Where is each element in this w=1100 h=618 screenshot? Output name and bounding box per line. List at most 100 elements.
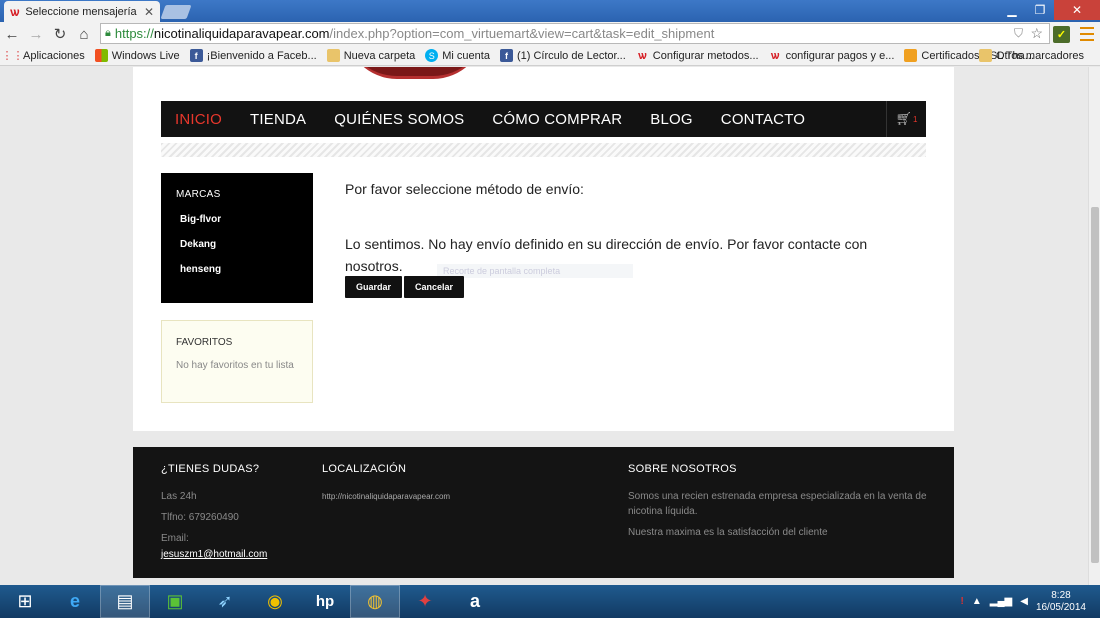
- start-button-icon[interactable]: ⊞: [0, 585, 50, 618]
- site-logo[interactable]: [345, 67, 485, 79]
- form-buttons: Guardar Cancelar: [345, 276, 465, 298]
- bookmark-windows-live[interactable]: Windows Live: [94, 49, 180, 62]
- bookmark-my-account[interactable]: S Mi cuenta: [425, 49, 490, 62]
- brands-title: MARCAS: [176, 189, 221, 200]
- favorites-title: FAVORITOS: [176, 337, 233, 348]
- footer-email-label: Email:: [161, 533, 189, 544]
- favorites-box: FAVORITOS No hay favoritos en tu lista: [161, 320, 313, 403]
- file-explorer-icon[interactable]: ▤: [100, 585, 150, 618]
- tab-title: Seleccione mensajería: [25, 5, 137, 18]
- bookmark-star-icon[interactable]: ☆: [1030, 25, 1043, 42]
- amazon-icon[interactable]: a: [450, 585, 500, 618]
- cart-icon: 🛒︎: [895, 111, 913, 126]
- shield-icon[interactable]: ⛉: [1014, 26, 1023, 41]
- nav-quienes-somos[interactable]: QUIÉNES SOMOS: [320, 101, 478, 137]
- bookmark-apps[interactable]: ⋮⋮ Aplicaciones: [1, 49, 85, 63]
- home-icon[interactable]: ⌂: [72, 23, 96, 45]
- cart-count: 1: [913, 114, 918, 124]
- volume-icon[interactable]: ◀︎: [1020, 596, 1028, 607]
- footer-hours: Las 24h: [161, 491, 197, 502]
- footer-email-link[interactable]: jesuszm1@hotmail.com: [161, 547, 301, 562]
- scrollbar-thumb[interactable]: [1091, 207, 1099, 563]
- alert-icon[interactable]: !: [961, 596, 964, 607]
- facebook-icon: f: [499, 49, 513, 62]
- extension-icon[interactable]: ✓: [1053, 26, 1070, 43]
- reload-icon[interactable]: ↻: [48, 23, 72, 45]
- windows-live-icon: [94, 49, 108, 62]
- shipment-prompt: Por favor seleccione método de envío:: [345, 181, 584, 197]
- bookmark-configurar-pagos[interactable]: ѡ configurar pagos y e...: [769, 49, 895, 62]
- nav-tienda[interactable]: TIENDA: [236, 101, 320, 137]
- footer-location-url[interactable]: http://nicotinaliquidaparavapear.com: [322, 489, 572, 504]
- title-bar: ѡ Seleccione mensajería ✕ ▁ ❐ ✕: [0, 0, 1100, 22]
- brand-link[interactable]: henseng: [180, 264, 298, 275]
- brand-link[interactable]: Big-flvor: [180, 214, 298, 225]
- media-app-icon[interactable]: ◉: [250, 585, 300, 618]
- shipment-content: Por favor seleccione método de envío: Lo…: [345, 181, 905, 298]
- footer-about: SOBRE NOSOTROS Somos una recien estrenad…: [628, 463, 928, 546]
- main-card: INICIO TIENDA QUIÉNES SOMOS CÓMO COMPRAR…: [133, 67, 954, 431]
- puzzle-app-icon[interactable]: ✦: [400, 585, 450, 618]
- site-icon: ѡ: [638, 49, 647, 62]
- system-tray: ! ▲ ▂▄▆ ◀︎ 8:28 16/05/2014: [961, 585, 1086, 618]
- window-controls: ▁ ❐ ✕: [998, 0, 1100, 20]
- facebook-icon: f: [189, 49, 203, 62]
- new-tab-button[interactable]: [160, 5, 192, 19]
- apps-icon: ⋮⋮: [1, 50, 24, 62]
- footer-phone: Tlfno: 679260490: [161, 512, 239, 523]
- bookmark-facebook[interactable]: f ¡Bienvenido a Faceb...: [189, 49, 317, 62]
- url-scheme: https://: [114, 26, 154, 41]
- chrome-icon[interactable]: ◍: [350, 585, 400, 618]
- bookmarks-bar: ⋮⋮ Aplicaciones Windows Live f ¡Bienvenido…: [0, 46, 1100, 66]
- footer-about-text-2: Nuestra maxima es la satisfacción del cl…: [628, 527, 828, 538]
- save-button[interactable]: Guardar: [345, 276, 403, 298]
- rocket-app-icon[interactable]: ➶: [200, 585, 250, 618]
- nav-contacto[interactable]: CONTACTO: [707, 101, 819, 137]
- menu-icon[interactable]: [1080, 27, 1094, 41]
- close-tab-icon[interactable]: ✕: [144, 5, 154, 19]
- footer-location-title: LOCALIZACIÓN: [322, 463, 407, 475]
- cart-button[interactable]: 🛒︎ 1: [886, 101, 926, 137]
- folder-icon: [326, 49, 340, 62]
- internet-explorer-icon[interactable]: e: [50, 585, 100, 618]
- tray-expand-icon[interactable]: ▲: [972, 596, 982, 607]
- minimize-icon[interactable]: ▁: [998, 0, 1026, 20]
- back-icon[interactable]: ←: [0, 23, 24, 45]
- bookmark-new-folder[interactable]: Nueva carpeta: [326, 49, 415, 62]
- network-icon[interactable]: ▂▄▆: [990, 596, 1012, 607]
- footer-doubts-title: ¿TIENES DUDAS?: [161, 463, 260, 475]
- folder-icon: [978, 49, 992, 62]
- site-favicon-icon: ѡ: [10, 4, 20, 19]
- decorative-divider: [161, 143, 926, 157]
- lock-icon: 🔒︎: [105, 27, 111, 39]
- close-window-icon[interactable]: ✕: [1054, 0, 1100, 20]
- footer-about-text: Somos una recien estrenada empresa espec…: [628, 491, 927, 517]
- browser-toolbar: ← → ↻ ⌂ 🔒︎ https:// nicotinaliquidaparav…: [0, 22, 1100, 46]
- other-bookmarks[interactable]: Otros marcadores: [978, 49, 1084, 62]
- hp-icon[interactable]: hp: [300, 585, 350, 618]
- footer-about-title: SOBRE NOSOTROS: [628, 463, 737, 475]
- nav-blog[interactable]: BLOG: [636, 101, 706, 137]
- bookmark-configurar-metodos[interactable]: ѡ Configurar metodos...: [636, 49, 759, 62]
- brands-sidebar: MARCAS Big-flvor Dekang henseng: [161, 173, 313, 303]
- restore-icon[interactable]: ❐: [1026, 0, 1054, 20]
- bookmark-circulo[interactable]: f (1) Círculo de Lector...: [499, 49, 626, 62]
- url-host: nicotinaliquidaparavapear.com: [153, 26, 330, 41]
- store-icon[interactable]: ▣: [150, 585, 200, 618]
- cancel-button[interactable]: Cancelar: [404, 276, 465, 298]
- address-bar[interactable]: 🔒︎ https:// nicotinaliquidaparavapear.co…: [100, 23, 1050, 44]
- main-navigation: INICIO TIENDA QUIÉNES SOMOS CÓMO COMPRAR…: [161, 101, 926, 137]
- site-footer: ¿TIENES DUDAS? Las 24h Tlfno: 679260490 …: [133, 447, 954, 578]
- favorites-empty-text: No hay favoritos en tu lista: [176, 360, 294, 371]
- nav-como-comprar[interactable]: CÓMO COMPRAR: [478, 101, 636, 137]
- windows-taskbar: ⊞ e ▤ ▣ ➶ ◉ hp ◍ ✦ a ! ▲ ▂▄▆ ◀︎ 8:28 16/…: [0, 585, 1100, 618]
- footer-contact: ¿TIENES DUDAS? Las 24h Tlfno: 679260490 …: [161, 463, 301, 568]
- taskbar-clock[interactable]: 8:28 16/05/2014: [1036, 590, 1086, 614]
- browser-tab[interactable]: ѡ Seleccione mensajería ✕: [4, 1, 160, 22]
- screenshot-tooltip: Recorte de pantalla completa: [437, 264, 633, 278]
- page-scrollbar[interactable]: [1088, 67, 1100, 585]
- nav-inicio[interactable]: INICIO: [161, 101, 236, 137]
- forward-icon[interactable]: →: [24, 23, 48, 45]
- brand-link[interactable]: Dekang: [180, 239, 298, 250]
- site-icon: ѡ: [770, 49, 780, 62]
